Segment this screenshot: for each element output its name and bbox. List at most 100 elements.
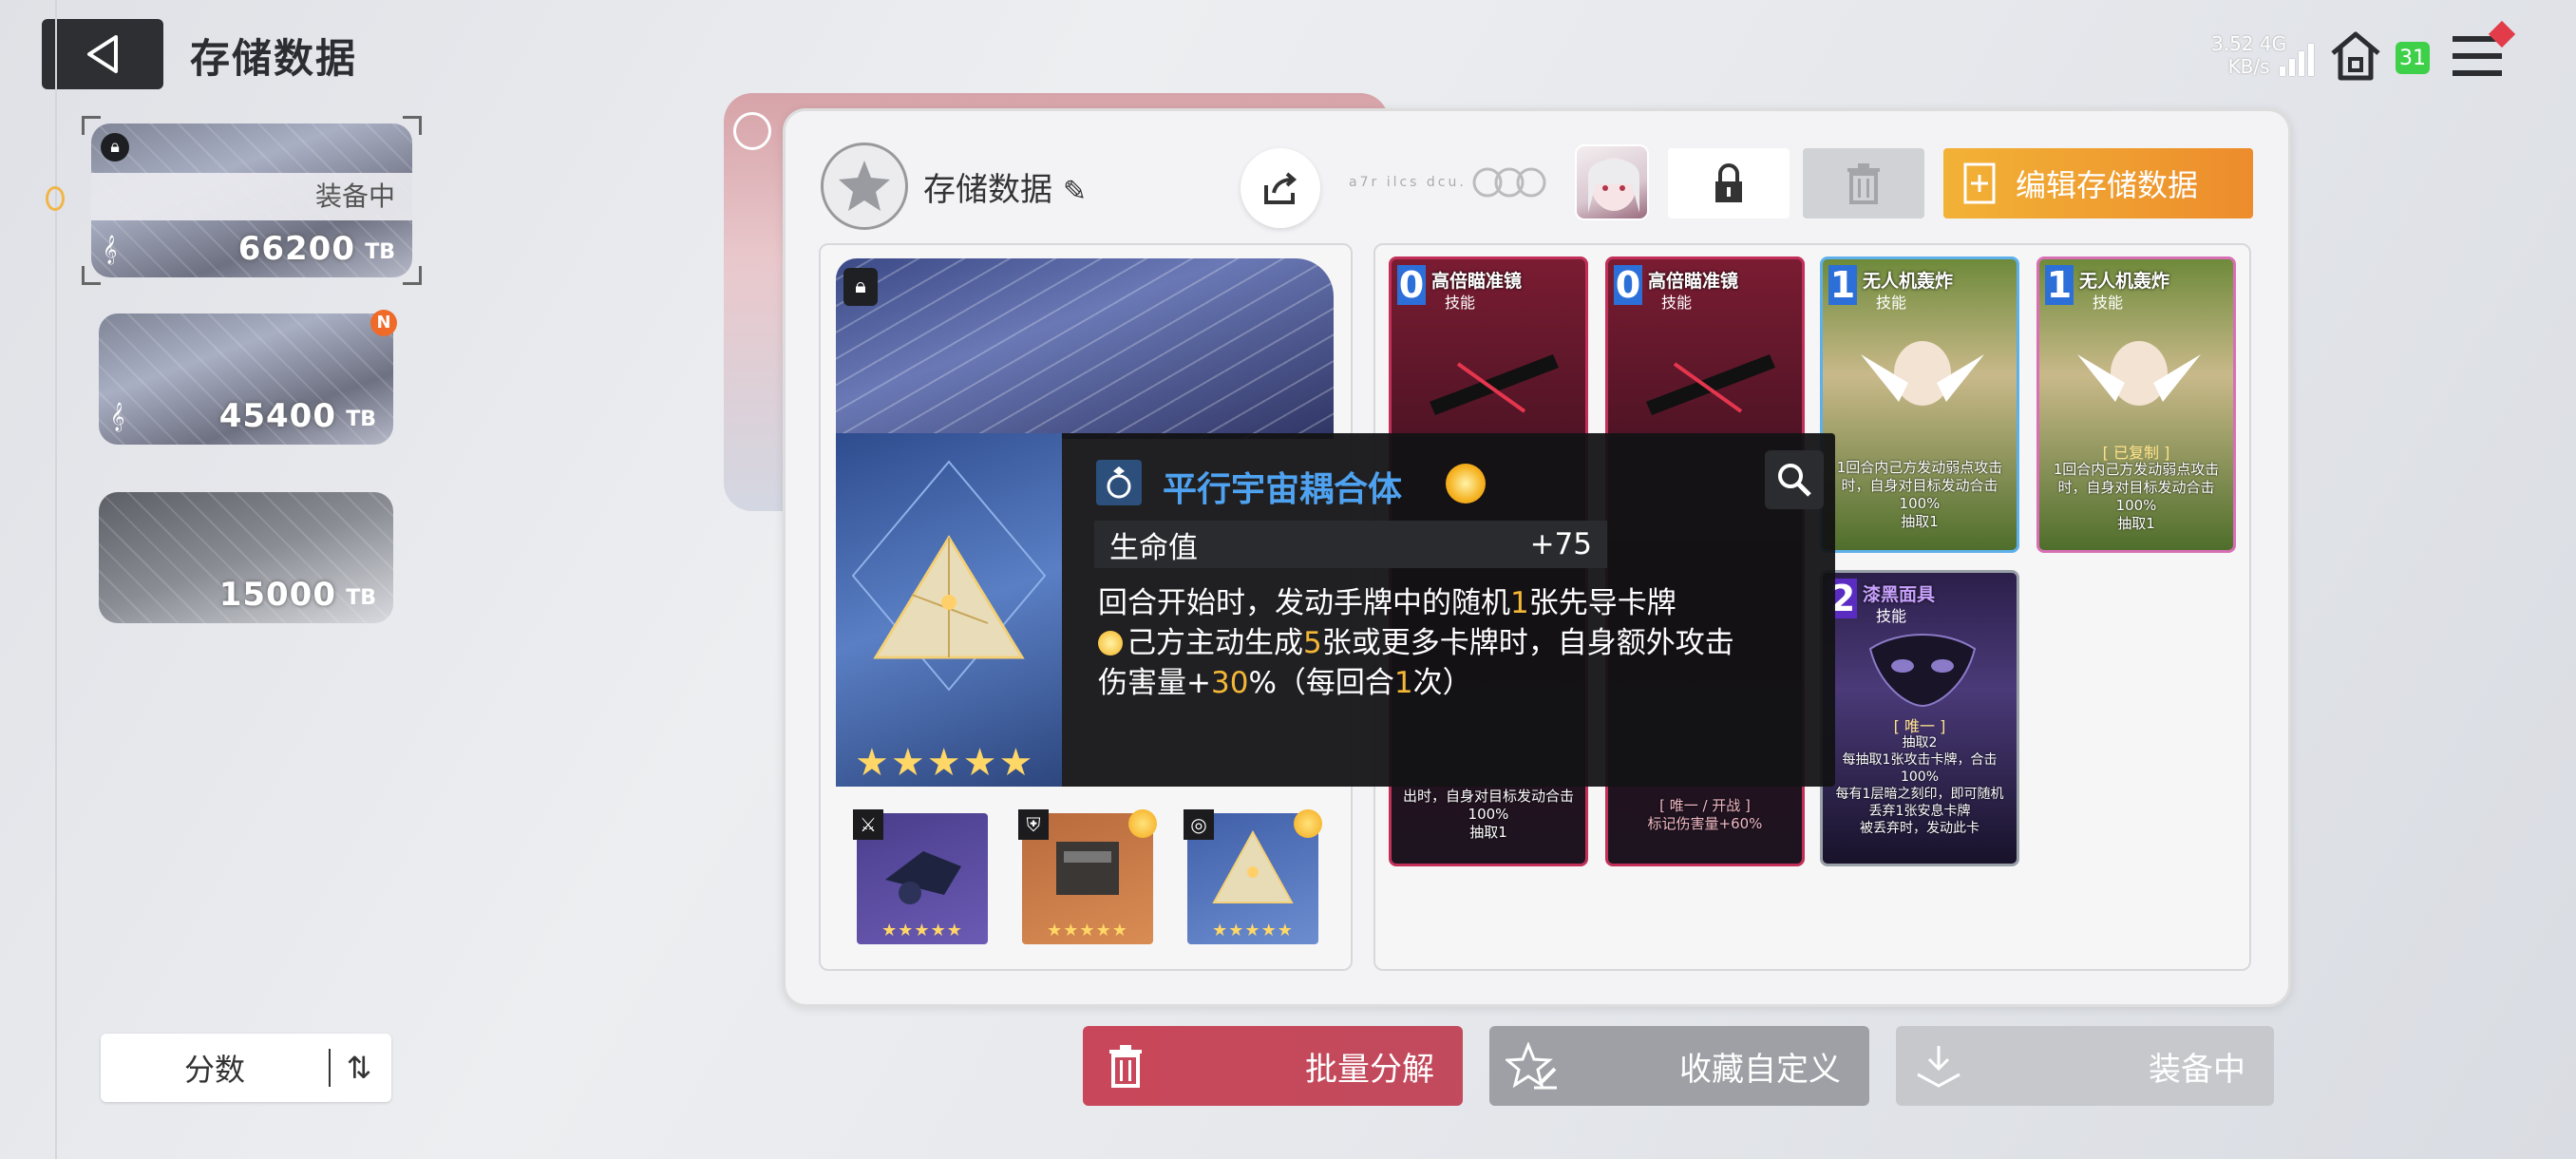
card-desc: 1回合内己方发动弱点攻击时，自身对目标发动合击100% 抽取1 xyxy=(1836,459,2003,530)
data-slot-1[interactable]: 🔒︎ 装备中 𝄞 66200 TB xyxy=(91,124,412,277)
panel-title: 存储数据 ✎ xyxy=(923,171,1087,209)
card-cost: 1 xyxy=(2045,264,2074,306)
ring-icon xyxy=(1096,460,1142,505)
data-icon: 𝄞 xyxy=(103,236,118,264)
edit-data-button[interactable]: 编辑存储数据 xyxy=(1943,148,2253,218)
card-tag: 技能 xyxy=(1876,294,1907,312)
stat-value: +75 xyxy=(1529,527,1592,561)
equip-button[interactable]: 装备中 xyxy=(1896,1026,2274,1106)
character-art xyxy=(1861,341,1984,406)
card-5[interactable]: 2 漆黑面具 技能 [ 唯一 ] 抽取2 每抽取1张攻击卡牌，合击100% 每有… xyxy=(1820,570,2019,866)
slot-unit: TB xyxy=(346,586,376,610)
sort-label: 分数 xyxy=(183,1052,245,1088)
brain-icon xyxy=(733,112,771,150)
card-tag: 技能 xyxy=(1445,294,1476,312)
card-desc: 出时，自身对目标发动合击100% 抽取1 xyxy=(1402,788,1574,841)
card-3[interactable]: 1 无人机轰炸 技能 1回合内己方发动弱点攻击时，自身对目标发动合击100% 抽… xyxy=(1820,256,2019,553)
mask-art xyxy=(1868,634,1977,708)
tooltip-stars: ★★★★★ xyxy=(855,741,1035,785)
share-icon xyxy=(1264,172,1297,204)
card-name: 无人机轰炸 xyxy=(2079,271,2170,292)
slot-unit: TB xyxy=(365,240,395,264)
star-emblem-icon xyxy=(821,142,908,230)
card-cost: 0 xyxy=(1614,264,1642,306)
favorite-custom-label: 收藏自定义 xyxy=(1679,1050,1841,1089)
card-name: 高倍瞄准镜 xyxy=(1648,271,1739,292)
sword-icon: ⚔ xyxy=(853,809,883,840)
slot-value: 45400 xyxy=(218,397,336,435)
delete-button[interactable] xyxy=(1803,148,1924,218)
card-cost: 1 xyxy=(1828,264,1857,306)
pencil-icon[interactable]: ✎ xyxy=(1063,175,1087,208)
card-4[interactable]: 1 无人机轰炸 技能 [ 已复制 ] 1回合内己方发动弱点攻击时，自身对目标发动… xyxy=(2036,256,2236,553)
card-name: 高倍瞄准镜 xyxy=(1431,271,1523,292)
stat-label: 生命值 xyxy=(1109,530,1198,565)
tooltip-item-art xyxy=(836,433,1062,787)
rarity-stars: ★★★★★ xyxy=(881,921,963,940)
slot-unit: TB xyxy=(346,408,376,431)
lock-icon: 🔒︎ xyxy=(843,268,878,306)
ring-icon: ◎ xyxy=(1184,809,1214,840)
gold-badge-icon xyxy=(1294,809,1322,838)
rarity-stars: ★★★★★ xyxy=(1047,921,1128,940)
stat-row-hp: 生命值 +75 xyxy=(1094,521,1607,568)
edit-card-icon xyxy=(1963,162,1996,204)
list-rail xyxy=(55,0,57,1159)
rarity-stars: ★★★★★ xyxy=(1212,921,1294,940)
card-status: [ 已复制 ] xyxy=(2102,444,2170,462)
tooltip-title: 平行宇宙耦合体 xyxy=(1163,470,1403,509)
rail-marker xyxy=(46,186,65,211)
card-name: 漆黑面具 xyxy=(1863,584,1936,605)
favorite-custom-button[interactable]: 收藏自定义 xyxy=(1489,1026,1869,1106)
sort-control[interactable]: 分数 ⇅ xyxy=(101,1034,391,1102)
slot-value: 15000 xyxy=(218,576,336,614)
character-avatar[interactable] xyxy=(1575,144,1649,220)
card-status: [ 唯一 ] xyxy=(1893,717,1946,735)
data-icon: 𝄞 xyxy=(110,403,125,431)
trash-icon xyxy=(1109,1045,1142,1088)
signal-icon xyxy=(2280,42,2320,76)
selected-data-preview xyxy=(836,258,1334,439)
data-slot-3[interactable]: 15000 TB xyxy=(99,492,393,623)
equip-label: 装备中 xyxy=(2149,1050,2245,1089)
card-tag: 技能 xyxy=(2093,294,2124,312)
network-speed: 3.52 4G KB/s xyxy=(2211,32,2287,78)
search-icon xyxy=(1778,464,1811,497)
character-art xyxy=(2077,341,2201,406)
tooltip-description: 回合开始时，发动手牌中的随机1张先导卡牌 己方主动生成5张或更多卡牌时，自身额外… xyxy=(1098,586,1734,700)
back-button[interactable] xyxy=(42,19,163,89)
new-badge: N xyxy=(370,310,397,336)
sort-order-icon[interactable]: ⇅ xyxy=(331,1050,388,1086)
equip-ring[interactable]: ◎ ★★★★★ xyxy=(1184,809,1322,944)
equip-download-icon xyxy=(1917,1046,1960,1088)
gold-badge-icon xyxy=(1128,809,1157,838)
lock-icon: 🔒︎ xyxy=(101,133,129,162)
star-edit-icon xyxy=(1506,1042,1557,1090)
equip-armor[interactable]: ⛨ ★★★★★ xyxy=(1018,809,1157,944)
equip-weapon[interactable]: ⚔ ★★★★★ xyxy=(853,809,988,944)
gold-badge-icon xyxy=(1446,464,1486,504)
home-button[interactable] xyxy=(2327,27,2384,84)
sun-icon xyxy=(1098,631,1123,656)
battery-indicator: 31 xyxy=(2396,42,2430,74)
page-title: 存储数据 xyxy=(190,35,358,82)
slot-value: 66200 xyxy=(237,230,355,268)
rings-icon xyxy=(1472,167,1546,198)
card-desc: 1回合内己方发动弱点攻击时，自身对目标发动合击100% 抽取1 xyxy=(2053,461,2220,532)
back-arrow-icon xyxy=(87,35,118,73)
scope-art xyxy=(1646,354,1775,415)
data-slot-2[interactable]: 𝄞 45400 TB xyxy=(99,314,393,445)
card-cost: 0 xyxy=(1397,264,1426,306)
circuit-pattern xyxy=(836,258,1334,439)
card-tag: 技能 xyxy=(1661,294,1693,312)
search-button[interactable] xyxy=(1765,450,1824,509)
edit-data-label: 编辑存储数据 xyxy=(2016,167,2199,203)
batch-decompose-button[interactable]: 批量分解 xyxy=(1083,1026,1463,1106)
batch-decompose-label: 批量分解 xyxy=(1305,1050,1434,1089)
scope-art xyxy=(1430,354,1559,415)
faint-label: a7r ilcs dcu. xyxy=(1349,175,1467,190)
card-name: 无人机轰炸 xyxy=(1863,271,1954,292)
lock-button[interactable] xyxy=(1668,148,1790,218)
lock-icon xyxy=(1715,163,1742,202)
share-button[interactable] xyxy=(1241,148,1320,228)
